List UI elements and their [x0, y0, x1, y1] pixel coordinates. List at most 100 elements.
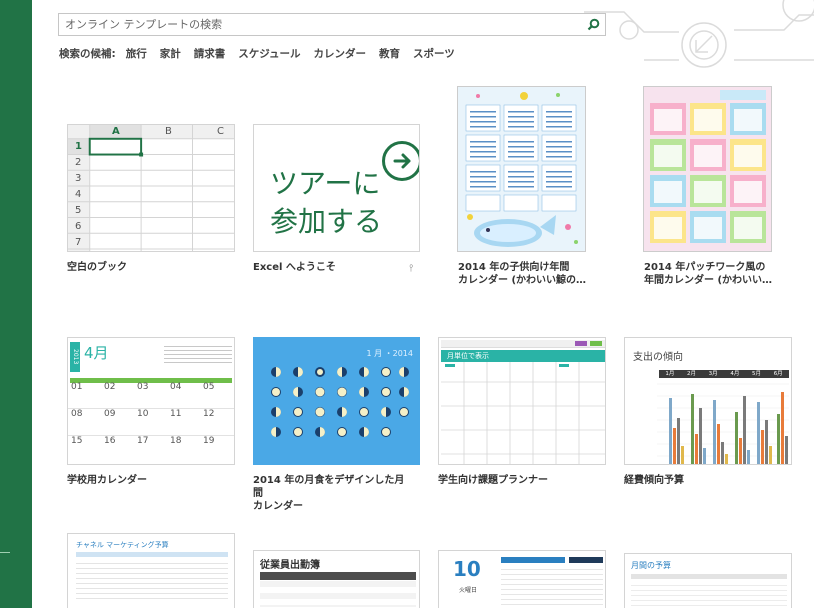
- schedule-day-number: 10: [453, 557, 481, 581]
- row-header-6: 6: [75, 221, 82, 232]
- school-year-badge: 2013: [70, 342, 80, 372]
- caption-patch-line-1: 2014 年パッチワーク風の: [644, 262, 766, 273]
- date-cell: 15: [71, 436, 83, 446]
- caption-patchwork-calendar: 2014 年パッチワーク風の 年間カレンダー (かわいい…: [644, 261, 794, 287]
- planner-toolbar-button: [590, 341, 602, 346]
- date-cell: 19: [203, 436, 215, 446]
- school-dates-row-3: 15 16 17 18 19: [68, 435, 234, 446]
- caption-blank-workbook: 空白のブック: [67, 262, 127, 273]
- patchwork-calendar-thumbnail: [644, 87, 771, 251]
- suggestion-invoice[interactable]: 請求書: [194, 46, 226, 61]
- arrow-right-icon: [393, 153, 411, 169]
- date-cell: 01: [71, 382, 83, 392]
- row-header-7: 7: [75, 237, 82, 248]
- rail-tick: [0, 552, 10, 553]
- date-cell: 03: [137, 382, 149, 392]
- whale-calendar-thumbnail: [458, 87, 585, 251]
- col-header-b: B: [165, 126, 172, 137]
- search-suggestions: 検索の候補: 旅行 家計 請求書 スケジュール カレンダー 教育 スポーツ: [59, 46, 468, 61]
- budget-title: 月間の予算: [631, 561, 671, 570]
- row-header-2: 2: [75, 157, 82, 168]
- attendance-table-rows: [260, 581, 416, 607]
- date-cell: 16: [104, 436, 116, 446]
- caption-moon-line-1: 2014 年の月食をデザインした月間: [253, 475, 405, 499]
- caption-student-planner: 学生向け課題プランナー: [438, 475, 548, 486]
- school-month: 4月: [84, 344, 109, 362]
- template-kids-whale-calendar[interactable]: [457, 86, 586, 252]
- schedule-dark-header: [569, 557, 603, 563]
- school-dates-row-2: 08 09 10 11 12: [68, 408, 234, 419]
- caption-welcome: Excel へようこそ: [253, 262, 336, 273]
- planner-toolbar: [441, 340, 605, 348]
- date-cell: 08: [71, 409, 83, 419]
- schedule-day-label: 火曜日: [459, 587, 478, 594]
- spreadsheet-grid-thumbnail: [68, 125, 234, 251]
- planner-toolbar-button: [575, 341, 587, 346]
- row-header-5: 5: [75, 205, 82, 216]
- schedule-blue-header: [501, 557, 565, 563]
- expense-bar-chart-thumbnail: [657, 383, 789, 464]
- row-header-4: 4: [75, 189, 82, 200]
- date-cell: 02: [104, 382, 116, 392]
- attendance-table-header: [260, 572, 416, 580]
- planner-grid: [441, 362, 605, 464]
- template-daily-schedule[interactable]: 10 火曜日: [438, 550, 606, 608]
- suggestion-education[interactable]: 教育: [379, 46, 400, 61]
- template-marketing-budget[interactable]: チャネル マーケティング予算: [67, 533, 235, 608]
- template-monthly-budget[interactable]: 月間の予算: [624, 553, 792, 608]
- date-cell: 05: [203, 382, 215, 392]
- budget-table-header: [631, 574, 787, 579]
- template-expense-trends[interactable]: 支出の傾向 1月 2月 3月 4月 5月 6月: [624, 337, 792, 465]
- date-cell: 09: [104, 409, 116, 419]
- date-cell: 11: [170, 409, 182, 419]
- template-moon-calendar[interactable]: 1 月 ・2014: [253, 337, 420, 465]
- template-patchwork-calendar[interactable]: [643, 86, 772, 252]
- template-blank-workbook[interactable]: A B C 1 2 3 4 5 6 7: [67, 124, 235, 252]
- search-input[interactable]: [59, 14, 579, 35]
- pin-icon[interactable]: ⫯: [409, 263, 413, 274]
- caption-kids-line-1: 2014 年の子供向け年間: [458, 262, 570, 273]
- caption-expense-trends: 経費傾向予算: [624, 475, 684, 486]
- suggestion-travel[interactable]: 旅行: [126, 46, 147, 61]
- date-cell: 10: [137, 409, 149, 419]
- caption-kids-calendar: 2014 年の子供向け年間 カレンダー (かわいい鯨の…: [458, 261, 608, 287]
- template-school-calendar[interactable]: 2013 4月 01 02 03 04 05 08 09 10 11 12 15…: [67, 337, 235, 465]
- template-welcome-tour[interactable]: ツアーに 参加する: [253, 124, 420, 252]
- school-notes-block: [164, 343, 232, 363]
- caption-kids-line-2: カレンダー (かわいい鯨の…: [458, 275, 587, 286]
- welcome-line-1: ツアーに: [270, 167, 381, 200]
- caption-patch-line-2: 年間カレンダー (かわいい…: [644, 275, 773, 286]
- school-dates-row-1: 01 02 03 04 05: [68, 382, 234, 392]
- date-cell: 12: [203, 409, 215, 419]
- suggestion-calendar[interactable]: カレンダー: [313, 46, 366, 61]
- template-search-box: [58, 13, 606, 36]
- moon-phases-grid: [271, 367, 409, 437]
- search-button[interactable]: [584, 16, 602, 33]
- caption-moon-line-2: カレンダー: [253, 501, 303, 512]
- caption-school-calendar: 学校用カレンダー: [67, 475, 147, 486]
- row-header-1: 1: [75, 141, 82, 152]
- suggestion-sports[interactable]: スポーツ: [413, 46, 455, 61]
- attendance-title: 従業員出勤簿: [260, 560, 320, 571]
- welcome-text: ツアーに 参加する: [270, 165, 382, 241]
- row-header-3: 3: [75, 173, 82, 184]
- suggestion-schedule[interactable]: スケジュール: [238, 46, 300, 61]
- marketing-table-rows: [76, 559, 228, 599]
- search-icon: [587, 18, 599, 31]
- suggestion-household[interactable]: 家計: [160, 46, 181, 61]
- template-student-planner[interactable]: 月単位で表示: [438, 337, 606, 465]
- marketing-table-header: [76, 552, 228, 557]
- col-header-a: A: [112, 126, 120, 137]
- date-cell: 04: [170, 382, 182, 392]
- caption-moon-calendar: 2014 年の月食をデザインした月間 カレンダー: [253, 474, 413, 513]
- template-employee-attendance[interactable]: 従業員出勤簿: [253, 550, 420, 608]
- planner-header: 月単位で表示: [441, 350, 605, 362]
- tour-arrow-circle: [382, 141, 419, 181]
- left-rail: [0, 0, 32, 608]
- welcome-line-2: 参加する: [270, 205, 383, 238]
- col-header-c: C: [217, 126, 224, 137]
- budget-table-rows: [631, 581, 787, 607]
- date-cell: 17: [137, 436, 149, 446]
- suggestions-label: 検索の候補:: [59, 48, 116, 60]
- date-cell: 18: [170, 436, 182, 446]
